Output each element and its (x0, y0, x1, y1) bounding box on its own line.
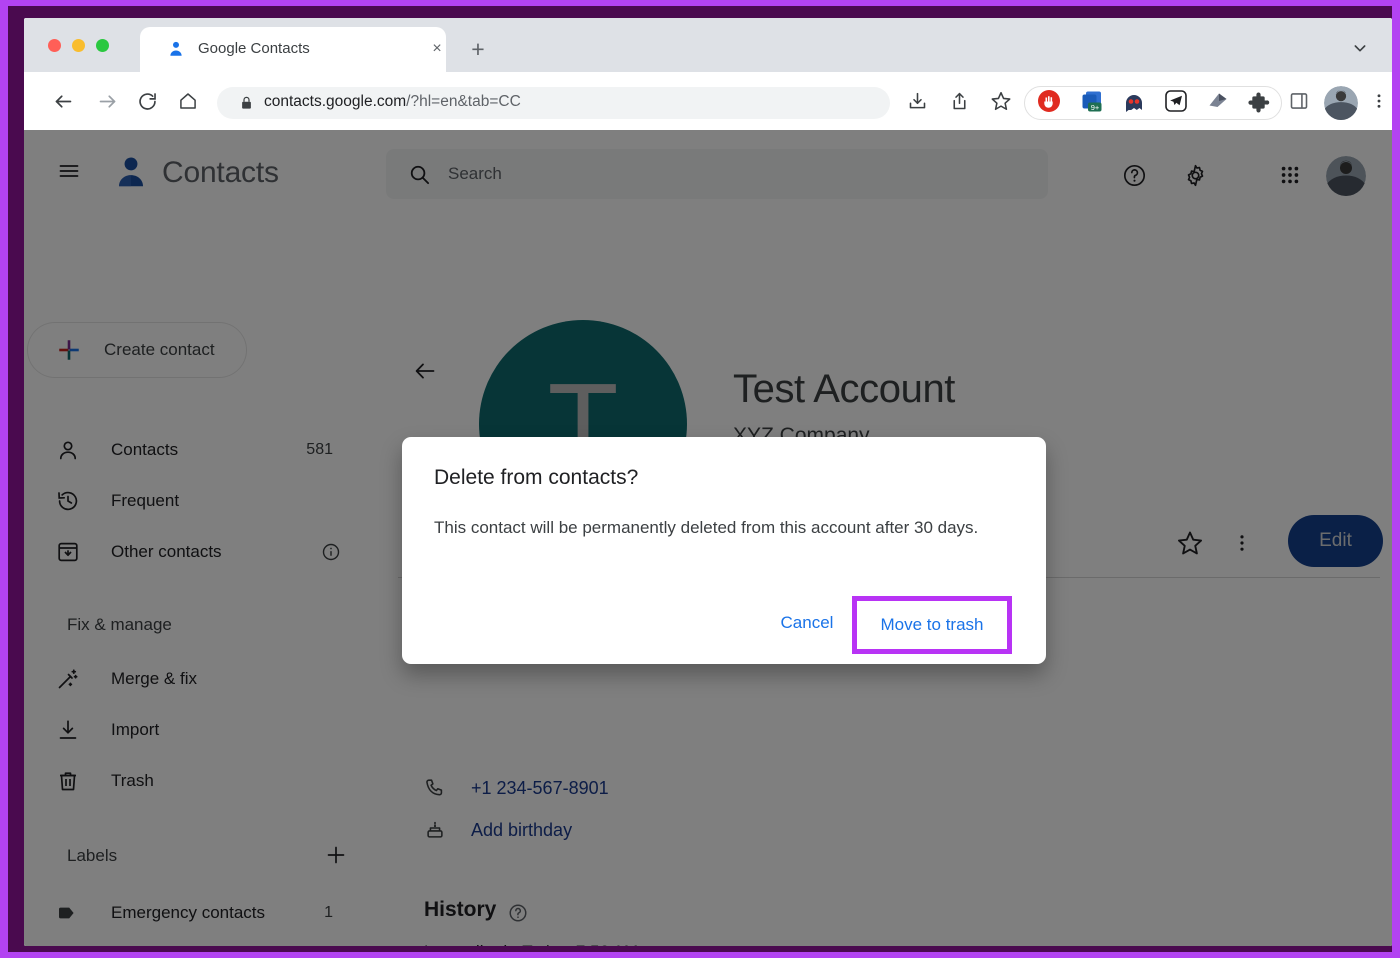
window-maximize-button[interactable] (96, 39, 109, 52)
url-host: contacts.google.com (264, 93, 407, 110)
browser-toolbar: contacts.google.com/?hl=en&tab=CC 9+ (24, 72, 1392, 130)
tab-title: Google Contacts (198, 40, 310, 57)
puzzle-extensions-icon[interactable] (1246, 89, 1270, 113)
download-icon[interactable] (904, 88, 930, 114)
new-tab-button[interactable]: + (464, 35, 492, 63)
ghostery-icon[interactable] (1122, 89, 1146, 113)
home-button[interactable] (175, 88, 201, 114)
move-to-trash-button[interactable]: Move to trash (857, 601, 1007, 649)
address-bar[interactable]: contacts.google.com/?hl=en&tab=CC (217, 87, 890, 119)
bookmark-star-icon[interactable] (988, 88, 1014, 114)
chevron-down-icon[interactable] (1347, 36, 1373, 60)
forward-button[interactable] (94, 88, 120, 114)
reload-button[interactable] (134, 88, 160, 114)
tab-favicon-person-icon (170, 41, 182, 56)
browser-window: Google Contacts × + contacts.google.com/… (24, 18, 1392, 946)
url-path: /?hl=en&tab=CC (406, 93, 521, 110)
lock-icon (242, 96, 251, 109)
telegram-icon[interactable] (1164, 89, 1188, 113)
browser-tab[interactable]: Google Contacts × (140, 27, 446, 72)
dialog-body-text: This contact will be permanently deleted… (434, 518, 979, 537)
back-button[interactable] (50, 88, 76, 114)
page-viewport: Contacts (24, 130, 1392, 946)
tab-manager-icon[interactable]: 9+ (1080, 89, 1104, 113)
svg-text:9+: 9+ (1091, 103, 1100, 112)
extensions-pill (1024, 86, 1282, 120)
move-to-trash-highlight: Move to trash (852, 596, 1012, 654)
screenshot-inner-frame: Google Contacts × + contacts.google.com/… (8, 6, 1392, 952)
browser-tab-strip: Google Contacts × + (24, 18, 1392, 72)
share-icon[interactable] (946, 88, 972, 114)
screenshot-highlight-frame: Google Contacts × + contacts.google.com/… (0, 0, 1400, 958)
browser-profile-avatar[interactable] (1324, 86, 1358, 120)
address-bar-url: contacts.google.com/?hl=en&tab=CC (264, 93, 521, 111)
window-minimize-button[interactable] (72, 39, 85, 52)
delete-confirmation-dialog: Delete from contacts? This contact will … (402, 437, 1046, 664)
dialog-title: Delete from contacts? (434, 466, 639, 489)
window-close-button[interactable] (48, 39, 61, 52)
cancel-button[interactable]: Cancel (752, 603, 862, 643)
side-panel-icon[interactable] (1286, 88, 1312, 114)
kite-icon[interactable] (1206, 89, 1230, 113)
tab-close-icon[interactable]: × (426, 38, 448, 60)
adblock-icon[interactable] (1037, 89, 1061, 113)
three-dot-menu-icon[interactable] (1366, 88, 1392, 114)
